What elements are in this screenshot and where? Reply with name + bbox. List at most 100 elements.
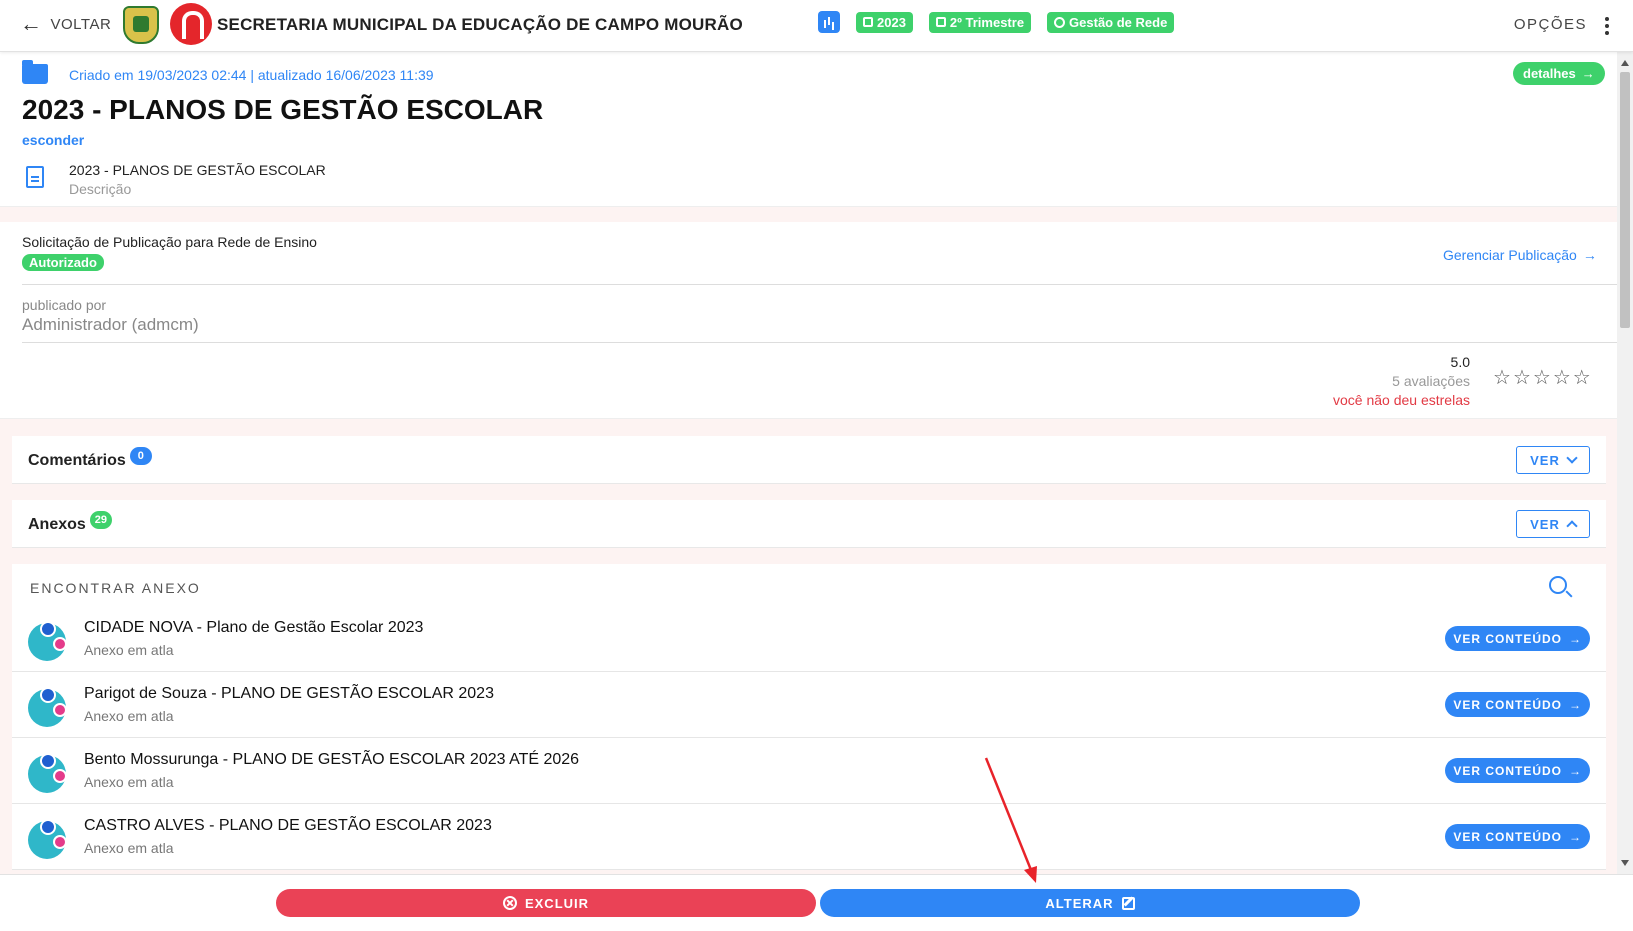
divider xyxy=(22,284,1617,285)
view-content-button[interactable]: VER CONTEÚDO → xyxy=(1445,758,1590,783)
manage-publication-label: Gerenciar Publicação xyxy=(1443,247,1577,263)
arrow-right-icon: → xyxy=(1582,247,1597,263)
attachments-card: Anexos 29 VER xyxy=(12,500,1606,548)
arrow-right-icon: → xyxy=(1569,829,1582,844)
attachments-ver-label: VER xyxy=(1530,516,1560,532)
vertical-scrollbar[interactable] xyxy=(1617,52,1633,874)
scroll-down-arrow-icon[interactable] xyxy=(1621,860,1629,866)
divider xyxy=(22,342,1617,343)
star-icon[interactable]: ☆ xyxy=(1573,368,1591,388)
description-title: 2023 - PLANOS DE GESTÃO ESCOLAR xyxy=(69,162,326,178)
view-content-label: VER CONTEÚDO xyxy=(1453,697,1562,712)
municipal-crest-logo xyxy=(123,6,159,44)
back-button[interactable]: ← VOLTAR xyxy=(20,11,112,36)
attachment-title: CASTRO ALVES - PLANO DE GESTÃO ESCOLAR 2… xyxy=(84,817,492,834)
publication-section: Solicitação de Publicação para Rede de E… xyxy=(0,222,1617,418)
comments-count-badge: 0 xyxy=(129,447,152,465)
edit-label: ALTERAR xyxy=(1045,895,1114,911)
star-icon[interactable]: ☆ xyxy=(1493,368,1511,388)
chip-scope[interactable]: Gestão de Rede xyxy=(1047,11,1175,33)
attachment-title: Bento Mossurunga - PLANO DE GESTÃO ESCOL… xyxy=(84,751,580,768)
attachment-media-icon xyxy=(28,753,67,793)
description-label: Descrição xyxy=(69,181,132,197)
attachment-row: CASTRO ALVES - PLANO DE GESTÃO ESCOLAR 2… xyxy=(12,804,1606,870)
published-by-value: Administrador (admcm) xyxy=(22,315,199,334)
hide-link[interactable]: esconder xyxy=(22,132,84,148)
chevron-down-icon xyxy=(1566,452,1578,464)
organization-title: SECRETARIA MUNICIPAL DA EDUCAÇÃO DE CAMP… xyxy=(217,15,743,34)
attachment-subtitle: Anexo em atla xyxy=(84,642,174,658)
rating-value: 5.0 xyxy=(1450,354,1470,370)
chart-icon[interactable] xyxy=(818,11,840,33)
top-bar: ← VOLTAR SECRETARIA MUNICIPAL DA EDUCAÇÃ… xyxy=(0,0,1633,52)
attachment-subtitle: Anexo em atla xyxy=(84,840,174,856)
comments-label: Comentários xyxy=(28,452,126,469)
chip-scope-label: Gestão de Rede xyxy=(1069,14,1168,30)
attachment-subtitle: Anexo em atla xyxy=(84,708,174,724)
folder-icon xyxy=(22,60,48,84)
check-circle-icon xyxy=(1054,16,1066,28)
bottom-action-bar: EXCLUIR ALTERAR xyxy=(0,874,1633,931)
view-content-label: VER CONTEÚDO xyxy=(1453,829,1562,844)
chip-period-label: 2º Trimestre xyxy=(949,14,1025,30)
published-by-label: publicado por xyxy=(22,297,107,313)
star-icon[interactable]: ☆ xyxy=(1533,368,1551,388)
page-title: 2023 - PLANOS DE GESTÃO ESCOLAR xyxy=(22,94,544,125)
calendar-icon xyxy=(935,17,946,27)
section-divider xyxy=(0,206,1617,222)
arrow-right-icon: → xyxy=(1569,697,1582,712)
document-icon xyxy=(26,166,44,188)
view-content-label: VER CONTEÚDO xyxy=(1453,631,1562,646)
scroll-up-arrow-icon[interactable] xyxy=(1621,60,1629,66)
details-button[interactable]: detalhes → xyxy=(1513,62,1605,85)
scrollbar-thumb[interactable] xyxy=(1620,72,1630,328)
chip-year[interactable]: 2023 xyxy=(856,11,913,33)
more-vertical-icon[interactable] xyxy=(1605,15,1609,35)
status-badge: Autorizado xyxy=(22,254,104,271)
attachment-media-icon xyxy=(28,687,67,727)
star-icon[interactable]: ☆ xyxy=(1513,368,1531,388)
arrow-right-icon: → xyxy=(1569,631,1582,646)
chip-year-label: 2023 xyxy=(877,14,906,30)
edit-icon xyxy=(1121,896,1135,910)
attachment-row: Parigot de Souza - PLANO DE GESTÃO ESCOL… xyxy=(12,672,1606,738)
calendar-icon xyxy=(863,17,873,27)
comments-card: Comentários 0 VER xyxy=(12,436,1606,484)
delete-label: EXCLUIR xyxy=(524,895,590,911)
arrow-left-icon: ← xyxy=(20,11,43,36)
rating-count: 5 avaliações xyxy=(1392,373,1470,389)
attachments-toggle-button[interactable]: VER xyxy=(1516,510,1590,538)
view-content-button[interactable]: VER CONTEÚDO → xyxy=(1445,824,1590,849)
comments-toggle-button[interactable]: VER xyxy=(1516,446,1590,474)
attachment-search-bar xyxy=(12,564,1606,612)
delete-button[interactable]: EXCLUIR xyxy=(276,889,816,917)
rating-user-status: você não deu estrelas xyxy=(1333,392,1470,408)
find-attachment-label: ENCONTRAR ANEXO xyxy=(30,580,201,596)
star-icon[interactable]: ☆ xyxy=(1553,368,1571,388)
search-icon[interactable] xyxy=(1549,576,1567,594)
brand-logo xyxy=(170,3,212,45)
attachment-media-icon xyxy=(28,621,67,661)
context-chips: 2023 2º Trimestre Gestão de Rede xyxy=(818,11,1175,33)
created-updated-meta: Criado em 19/03/2023 02:44 | atualizado … xyxy=(69,67,434,83)
attachments-label: Anexos xyxy=(28,516,86,533)
comments-title: Comentários 0 xyxy=(28,447,152,470)
attachments-count-badge: 29 xyxy=(89,511,113,529)
manage-publication-link[interactable]: Gerenciar Publicação → xyxy=(1443,247,1597,263)
close-circle-icon xyxy=(502,896,517,910)
edit-button[interactable]: ALTERAR xyxy=(820,889,1360,917)
attachment-subtitle: Anexo em atla xyxy=(84,774,174,790)
comments-ver-label: VER xyxy=(1530,452,1560,468)
view-content-button[interactable]: VER CONTEÚDO → xyxy=(1445,692,1590,717)
back-label: VOLTAR xyxy=(50,15,112,33)
star-rating[interactable]: ☆ ☆ ☆ ☆ ☆ xyxy=(1493,368,1591,388)
attachment-title: CIDADE NOVA - Plano de Gestão Escolar 20… xyxy=(84,619,424,636)
options-label[interactable]: OPÇÕES xyxy=(1514,16,1587,33)
main-content: Criado em 19/03/2023 02:44 | atualizado … xyxy=(0,52,1617,874)
attachments-title: Anexos 29 xyxy=(28,511,113,534)
attachment-row: Bento Mossurunga - PLANO DE GESTÃO ESCOL… xyxy=(12,738,1606,804)
arrow-right-icon: → xyxy=(1581,66,1595,81)
view-content-button[interactable]: VER CONTEÚDO → xyxy=(1445,626,1590,651)
view-content-label: VER CONTEÚDO xyxy=(1453,763,1562,778)
chip-period[interactable]: 2º Trimestre xyxy=(928,11,1032,33)
